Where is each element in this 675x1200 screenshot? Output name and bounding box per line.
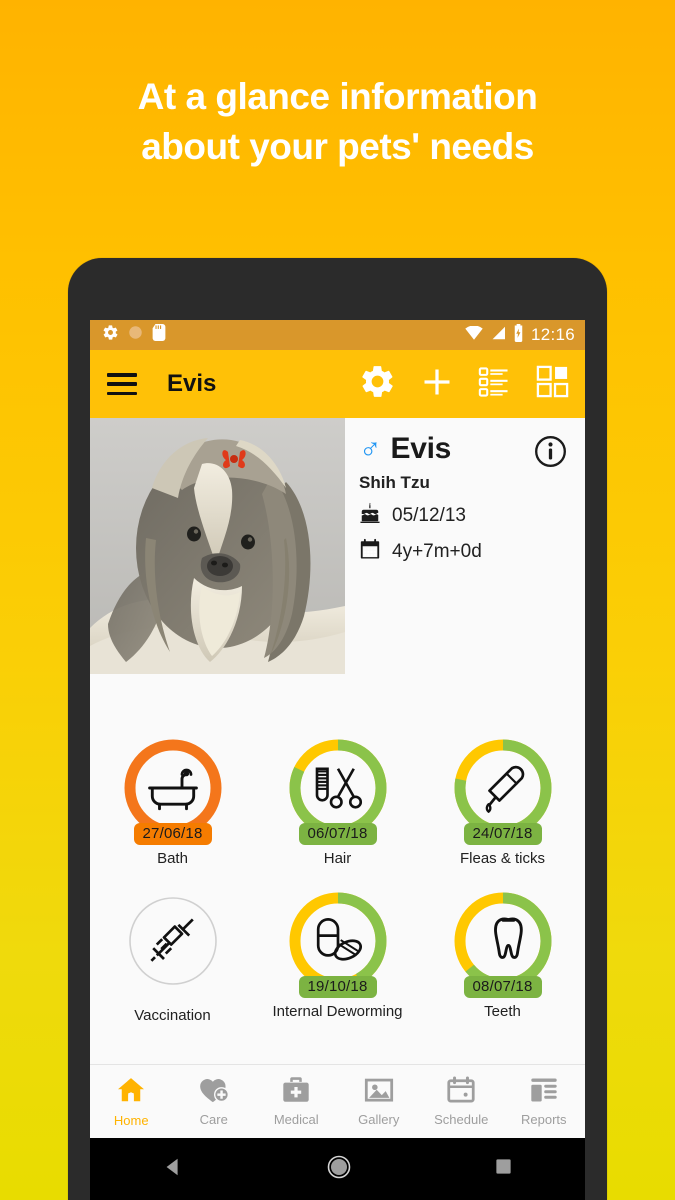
calendar-icon (359, 538, 381, 565)
care-item-internal-deworming[interactable]: 19/10/18 Internal Deworming (255, 889, 420, 1024)
care-label-bath: Bath (157, 850, 188, 867)
pet-breed: Shih Tzu (359, 473, 430, 492)
page-title: Evis (167, 370, 217, 397)
heart-plus-icon (199, 1076, 229, 1109)
list-view-button[interactable] (478, 366, 510, 403)
nav-label-gallery: Gallery (358, 1112, 400, 1127)
care-date-badge-fleas-ticks: 24/07/18 (463, 823, 542, 845)
pet-name: Evis (390, 432, 452, 465)
promo-headline: At a glance information about your pets'… (0, 72, 675, 172)
care-date-badge-bath: 27/06/18 (133, 823, 212, 845)
pet-info-panel: ♂ Evis Shih Tzu 05/12/13 4y+7m+0d (345, 418, 585, 674)
care-label-hair: Hair (323, 850, 352, 867)
nav-label-medical: Medical (273, 1112, 319, 1127)
care-items-grid: 27/06/18 Bath 06/07/18 Hair 24/07/18 Fleas … (90, 674, 585, 1024)
pet-birthday-row: 05/12/13 (359, 502, 585, 529)
syringe-icon (121, 889, 225, 993)
gender-male-icon: ♂ (359, 432, 382, 465)
status-bar-clock: 12:16 (530, 325, 575, 344)
nav-item-reports[interactable]: Reports (503, 1076, 586, 1127)
image-icon (364, 1076, 394, 1109)
battery-charging-icon (513, 323, 524, 347)
pet-header: ♂ Evis Shih Tzu 05/12/13 4y+7m+0d (90, 418, 585, 674)
nav-item-schedule[interactable]: Schedule (420, 1076, 503, 1127)
care-label-vaccination: Vaccination (134, 1007, 211, 1024)
home-circle-icon[interactable] (327, 1155, 351, 1184)
nav-label-care: Care (199, 1112, 228, 1127)
toolbar-actions (359, 350, 577, 418)
care-item-bath[interactable]: 27/06/18 Bath (90, 736, 255, 867)
recents-square-icon[interactable] (494, 1157, 513, 1181)
pet-age-row: 4y+7m+0d (359, 538, 585, 565)
nav-item-care[interactable]: Care (173, 1076, 256, 1127)
care-progress-ring-vaccination (121, 889, 225, 993)
phone-mockup-frame: 12:16 Evis ♂ Evis Shih Tzu 05/12/13 4y+7… (68, 258, 607, 1200)
wifi-icon (465, 324, 483, 345)
calendar-icon (446, 1076, 476, 1109)
sd-card-icon (152, 324, 166, 346)
nav-label-home: Home (113, 1113, 149, 1128)
android-status-bar: 12:16 (90, 320, 585, 350)
phone-screen: 12:16 Evis ♂ Evis Shih Tzu 05/12/13 4y+7… (90, 320, 585, 1138)
add-button[interactable] (422, 367, 452, 402)
headline-line-1: At a glance information (137, 76, 538, 117)
shih-tzu-photo[interactable] (90, 418, 345, 674)
app-toolbar: Evis (90, 350, 585, 418)
android-navigation-bar (90, 1138, 585, 1200)
care-item-vaccination[interactable]: Vaccination (90, 889, 255, 1024)
gear-icon (102, 324, 119, 346)
care-label-internal-deworming: Internal Deworming (272, 1003, 403, 1020)
care-item-teeth[interactable]: 08/07/18 Teeth (420, 889, 585, 1024)
status-bar-left-icons (90, 324, 166, 346)
nav-label-reports: Reports (520, 1112, 567, 1127)
house-icon (116, 1075, 146, 1110)
info-circle-icon[interactable] (534, 435, 567, 473)
medical-bag-icon (281, 1076, 311, 1109)
care-date-badge-teeth: 08/07/18 (463, 976, 542, 998)
back-triangle-icon[interactable] (162, 1156, 184, 1183)
care-item-hair[interactable]: 06/07/18 Hair (255, 736, 420, 867)
birthday-cake-icon (359, 502, 381, 529)
nav-item-medical[interactable]: Medical (255, 1076, 338, 1127)
circle-icon (128, 325, 143, 345)
nav-item-gallery[interactable]: Gallery (338, 1076, 421, 1127)
care-item-fleas-ticks[interactable]: 24/07/18 Fleas & ticks (420, 736, 585, 867)
document-icon (529, 1076, 559, 1109)
care-date-badge-internal-deworming: 19/10/18 (298, 976, 377, 998)
pet-birthday: 05/12/13 (392, 504, 466, 526)
settings-gear-button[interactable] (359, 363, 396, 405)
nav-item-home[interactable]: Home (90, 1075, 173, 1128)
care-date-badge-hair: 06/07/18 (298, 823, 377, 845)
hamburger-icon[interactable] (107, 373, 137, 395)
care-label-fleas-ticks: Fleas & ticks (459, 850, 546, 867)
pet-age: 4y+7m+0d (392, 540, 482, 562)
care-label-teeth: Teeth (484, 1003, 521, 1020)
signal-icon (490, 326, 506, 345)
nav-label-schedule: Schedule (434, 1112, 489, 1127)
headline-line-2: about your pets' needs (141, 126, 534, 167)
bottom-navigation-bar: Home Care Medical Gallery Schedule Repor… (90, 1064, 585, 1138)
status-bar-right-icons: 12:16 (465, 320, 575, 350)
grid-view-button[interactable] (536, 365, 569, 403)
